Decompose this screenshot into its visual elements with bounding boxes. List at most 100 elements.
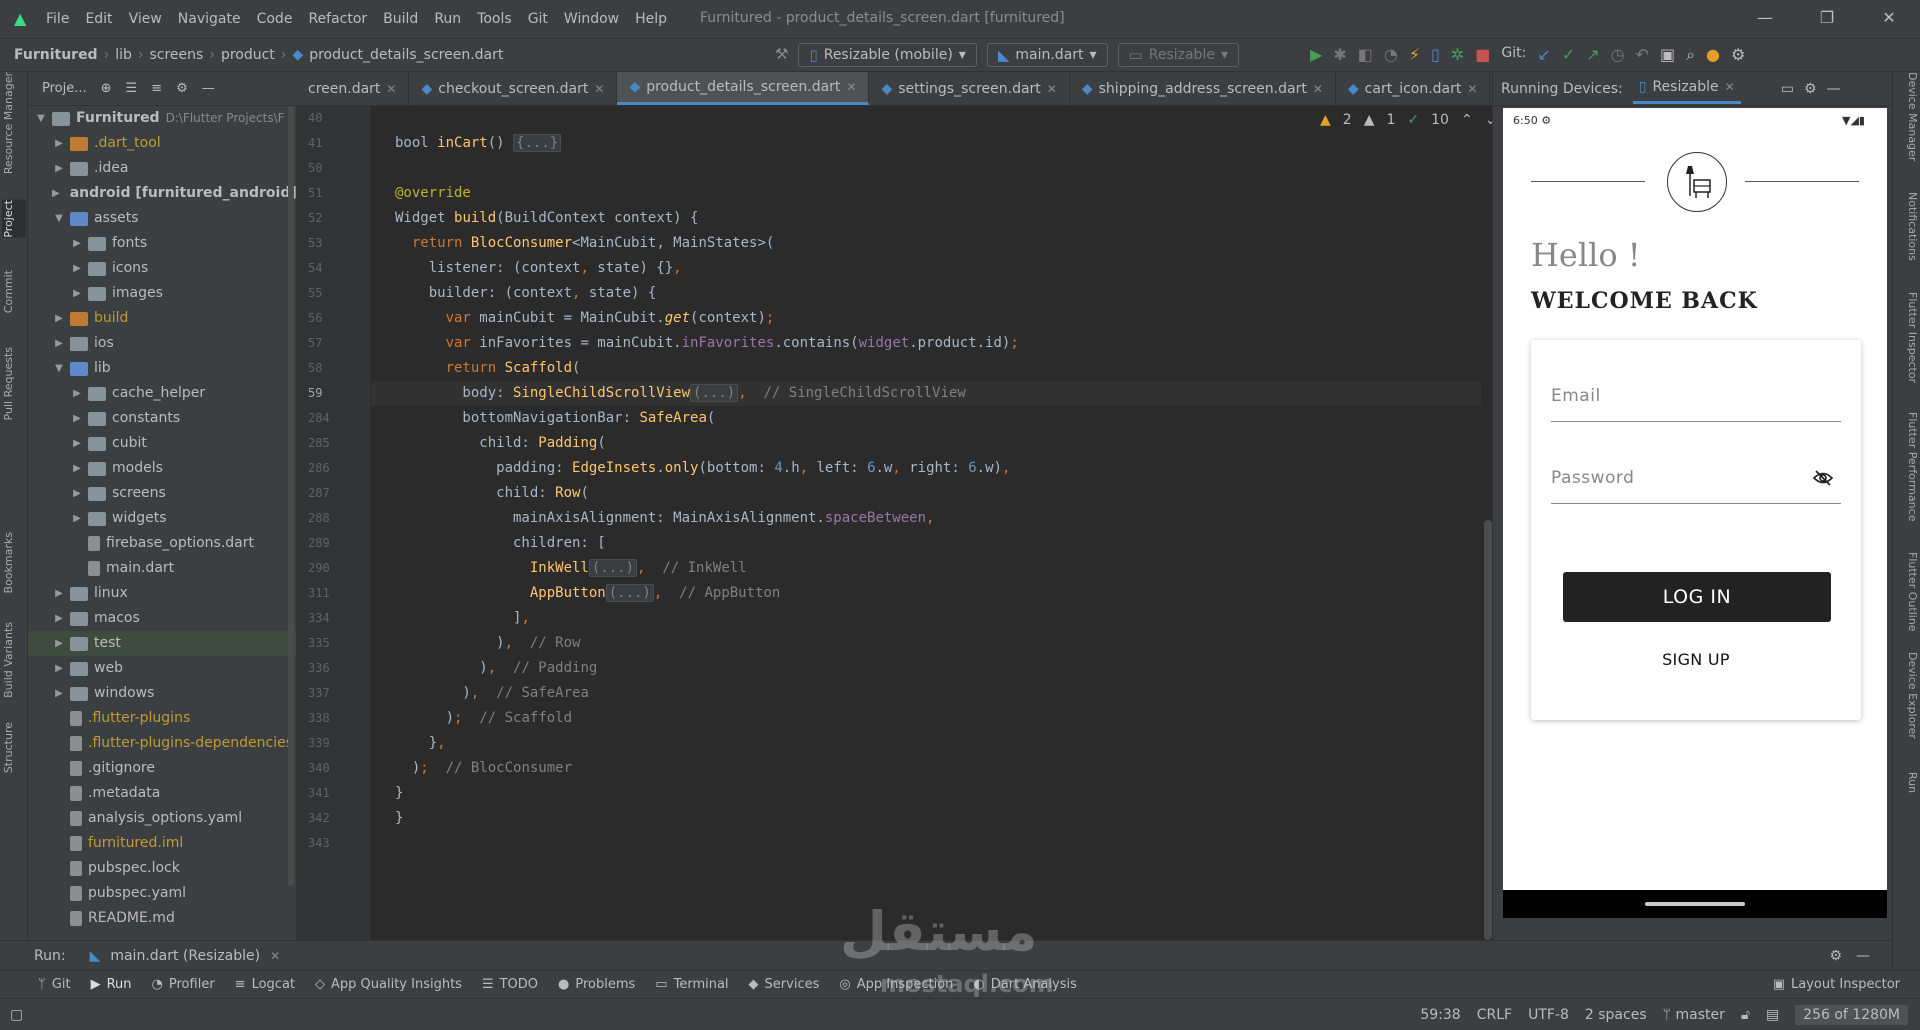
gear-icon[interactable]: ⚙ (176, 81, 188, 96)
menu-git[interactable]: Git (520, 11, 556, 27)
device2-selector[interactable]: ▭ Resizable ▾ (1117, 43, 1239, 67)
bottom-tool-todo[interactable]: ☰ TODO (482, 977, 538, 992)
email-field[interactable]: Email (1551, 370, 1841, 422)
close-icon[interactable]: ✕ (1047, 82, 1057, 96)
bottom-tool-terminal[interactable]: ▭ Terminal (655, 977, 728, 992)
gear-icon[interactable]: ⚙ (1804, 81, 1817, 97)
login-button[interactable]: LOG IN (1563, 572, 1831, 622)
settings-icon[interactable]: ⚙ (1731, 45, 1745, 65)
close-icon[interactable]: ✕ (1858, 0, 1920, 36)
editor-tab[interactable]: ◆ shipping_address_screen.dart ✕ (1070, 72, 1336, 105)
tool-notifications[interactable]: Notifications (1895, 192, 1919, 261)
debug-icon[interactable]: ✱ (1333, 45, 1346, 65)
tool-flutter-outline[interactable]: Flutter Outline (1895, 552, 1919, 632)
editor-tab[interactable]: ◆ product_details_screen.dart ✕ (617, 72, 870, 105)
line-separator[interactable]: CRLF (1477, 1007, 1512, 1023)
device-tab-resizable[interactable]: ▯ Resizable ✕ (1632, 73, 1741, 104)
tree-item[interactable]: analysis_options.yaml (28, 806, 296, 831)
caret-position[interactable]: 59:38 (1420, 1007, 1460, 1023)
maximize-icon[interactable]: ❐ (1796, 0, 1858, 36)
tree-item[interactable]: ▼ assets (28, 206, 296, 231)
breadcrumb-item[interactable]: Furnitured (14, 47, 98, 63)
device-selector[interactable]: ▯ Resizable (mobile) ▾ (798, 43, 977, 67)
update-icon[interactable]: ● (1706, 45, 1720, 65)
tree-item[interactable]: .flutter-plugins-dependencies (28, 731, 296, 756)
tree-item[interactable]: ▶ ios (28, 331, 296, 356)
tool-run[interactable]: Run (1895, 772, 1919, 793)
hammer-icon[interactable]: ⚒ (775, 47, 788, 67)
tree-item[interactable]: firebase_options.dart (28, 531, 296, 556)
collapse-all-icon[interactable]: ≡ (151, 81, 162, 96)
tree-item[interactable]: .metadata (28, 781, 296, 806)
tree-item[interactable]: ▶ macos (28, 606, 296, 631)
breadcrumb-item[interactable]: screens (149, 47, 203, 63)
close-icon[interactable]: ✕ (1313, 82, 1323, 96)
bottom-tool-run[interactable]: ▶ Run (91, 977, 132, 992)
project-view-label[interactable]: Proje... (42, 81, 87, 96)
editor-tab[interactable]: ◆ checkout_screen.dart ✕ (409, 72, 618, 105)
tree-item[interactable]: ▶ windows (28, 681, 296, 706)
gear-icon[interactable]: ⚙ (1829, 948, 1842, 964)
gesture-handle[interactable] (1645, 902, 1745, 906)
menu-build[interactable]: Build (375, 11, 426, 27)
tree-item[interactable]: .gitignore (28, 756, 296, 781)
breadcrumb-item[interactable]: lib (115, 47, 132, 63)
breadcrumb-item[interactable]: product (221, 47, 275, 63)
close-icon[interactable]: ✕ (1467, 82, 1477, 96)
bottom-tool-app-quality-insights[interactable]: ◇ App Quality Insights (315, 977, 462, 992)
run-icon[interactable]: ▶ (1310, 45, 1322, 65)
tree-item[interactable]: .flutter-plugins (28, 706, 296, 731)
hot-restart-icon[interactable]: ▯ (1431, 45, 1440, 65)
tree-item[interactable]: ▶ android [furnitured_android] (28, 181, 296, 206)
git-update-icon[interactable]: ↙ (1537, 45, 1550, 65)
breadcrumb-item[interactable]: product_details_screen.dart (309, 47, 503, 63)
device-mirror-icon[interactable]: ▣ (1660, 45, 1675, 65)
git-commit-icon[interactable]: ✓ (1562, 45, 1575, 65)
editor-tab[interactable]: ◆ cart_icon.dart ✕ (1336, 72, 1491, 105)
tree-item[interactable]: ▶ fonts (28, 231, 296, 256)
menu-help[interactable]: Help (627, 11, 675, 27)
tree-item[interactable]: furnitured.iml (28, 831, 296, 856)
project-tree-scrollbar[interactable] (288, 106, 294, 886)
close-icon[interactable]: ✕ (1725, 80, 1735, 94)
tree-item[interactable]: ▶ cubit (28, 431, 296, 456)
stop-icon[interactable]: ■ (1475, 45, 1490, 65)
search-icon[interactable]: ⌕ (1686, 45, 1695, 65)
tool-flutter-performance[interactable]: Flutter Performance (1895, 412, 1919, 521)
menu-run[interactable]: Run (426, 11, 469, 27)
tree-item[interactable]: ▶ widgets (28, 506, 296, 531)
inspection-widget[interactable]: ▲ 2 ▲ 1 ✓ 10 ⌃ ⌄ (1320, 112, 1496, 128)
tree-item[interactable]: ▶ icons (28, 256, 296, 281)
run-config-tab[interactable]: main.dart (Resizable) (110, 948, 260, 964)
tree-item[interactable]: ▶ screens (28, 481, 296, 506)
indent-setting[interactable]: 2 spaces (1585, 1007, 1647, 1023)
tool-bookmarks[interactable]: Bookmarks (2, 532, 26, 593)
tool-device-manager[interactable]: Device Manager (1895, 72, 1919, 161)
tree-item[interactable]: ▶ test (28, 631, 296, 656)
tree-item[interactable]: ▶ images (28, 281, 296, 306)
tool-commit[interactable]: Commit (2, 270, 26, 313)
layout-inspector-button[interactable]: ▣ Layout Inspector (1773, 977, 1900, 992)
tool-pull-requests[interactable]: Pull Requests (2, 347, 26, 420)
tree-item[interactable]: ▼ lib (28, 356, 296, 381)
bottom-tool-problems[interactable]: ● Problems (558, 977, 635, 992)
history-icon[interactable]: ◷ (1611, 45, 1625, 65)
emulator-screen[interactable]: 6:50 ⚙ ▼◢▮ Hello ! WELCOME BACK Email Pa… (1503, 108, 1887, 918)
bottom-tool-logcat[interactable]: ≡ Logcat (235, 977, 295, 992)
tree-item[interactable]: ▶ .dart_tool (28, 131, 296, 156)
close-icon[interactable]: ✕ (846, 80, 856, 94)
tool-flutter-inspector[interactable]: Flutter Inspector (1895, 292, 1919, 383)
editor-tab[interactable]: creen.dart ✕ (296, 72, 410, 105)
git-branch[interactable]: master (1675, 1007, 1724, 1023)
file-encoding[interactable]: UTF-8 (1528, 1007, 1569, 1023)
signup-button[interactable]: SIGN UP (1531, 650, 1861, 669)
tree-item[interactable]: ▶ constants (28, 406, 296, 431)
tool-structure[interactable]: Structure (2, 722, 26, 773)
menu-edit[interactable]: Edit (77, 11, 120, 27)
menu-navigate[interactable]: Navigate (170, 11, 249, 27)
tree-item[interactable]: pubspec.lock (28, 856, 296, 881)
password-field[interactable]: Password (1551, 452, 1841, 504)
menu-code[interactable]: Code (249, 11, 301, 27)
hide-icon[interactable]: — (1856, 948, 1870, 964)
layout-icon[interactable]: ▭ (1781, 81, 1794, 97)
